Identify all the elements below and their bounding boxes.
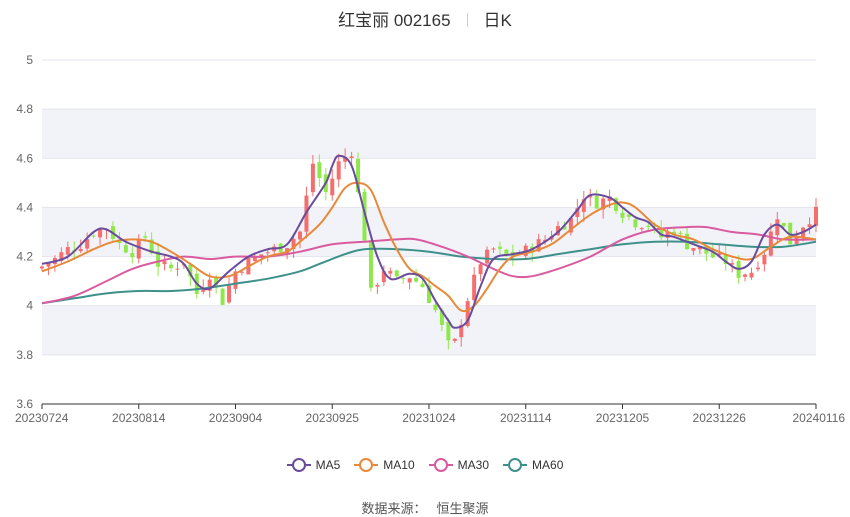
x-tick-label: 20230724 [15,411,69,425]
candle-up[interactable] [491,248,496,250]
candle-up[interactable] [98,228,103,238]
candle-up[interactable] [175,268,180,270]
candle-up[interactable] [330,178,335,196]
candle-up[interactable] [162,261,167,265]
legend-label: MA60 [532,458,564,472]
candle-up[interactable] [478,264,483,275]
candle-up[interactable] [407,278,412,283]
candle-down[interactable] [394,270,399,277]
candle-up[interactable] [452,338,457,341]
candle-down[interactable] [401,278,406,280]
y-tick-label: 3.6 [16,397,33,411]
candle-up[interactable] [485,249,490,264]
candle-down[interactable] [368,240,373,288]
x-tick-label: 20231226 [693,411,747,425]
candle-down[interactable] [123,245,128,253]
grid-band [42,109,816,159]
candle-down[interactable] [594,195,599,209]
legend-marker-icon [354,458,379,472]
y-tick-label: 3.8 [16,348,33,362]
candle-up[interactable] [768,231,773,256]
legend-item-ma30[interactable]: MA30 [428,458,490,472]
x-tick-label: 20230814 [112,411,166,425]
candle-down[interactable] [781,222,786,227]
legend-item-ma60[interactable]: MA60 [503,458,563,472]
data-source: 数据来源： 恒生聚源 [0,498,850,517]
legend-label: MA30 [457,458,490,472]
candle-down[interactable] [414,277,419,282]
legend-marker-icon [428,458,453,472]
legend-marker-icon [503,458,528,472]
candle-up[interactable] [265,252,270,254]
candle-up[interactable] [762,254,767,265]
candle-down[interactable] [130,253,135,258]
candle-up[interactable] [375,285,380,287]
y-tick-label: 4.4 [16,200,33,214]
candle-up[interactable] [743,274,748,277]
candle-down[interactable] [169,264,173,269]
candle-up[interactable] [755,267,760,270]
candle-up[interactable] [349,156,354,158]
candle-up[interactable] [65,247,70,255]
source-label: 数据来源： [361,501,427,516]
candle-down[interactable] [433,304,438,311]
x-tick-label: 20231205 [596,411,650,425]
legend-label: MA5 [315,458,341,472]
x-tick-label: 20230925 [306,411,360,425]
candle-up[interactable] [691,248,696,251]
legend-item-ma5[interactable]: MA5 [286,458,341,472]
candle-up[interactable] [227,285,232,303]
y-tick-label: 4.8 [16,102,33,116]
candle-up[interactable] [78,248,83,252]
y-tick-label: 5 [26,53,33,67]
candle-down[interactable] [220,288,225,305]
y-tick-label: 4 [26,299,33,313]
legend-label: MA10 [383,458,415,472]
candle-up[interactable] [749,272,754,278]
legend-marker-icon [286,458,311,472]
candle-up[interactable] [775,219,780,236]
candle-down[interactable] [497,246,502,249]
source-name: 恒生聚源 [436,501,489,516]
legend-item-ma10[interactable]: MA10 [354,458,415,472]
x-tick-label: 20240116 [793,411,846,425]
x-tick-label: 20231114 [500,411,552,425]
chart-legend: MA5 MA10 MA30 MA60 [0,458,850,475]
candle-down[interactable] [143,236,148,238]
candle-up[interactable] [298,231,302,240]
candle-up[interactable] [40,266,44,269]
x-tick-label: 20231024 [402,411,456,425]
grid-band [42,305,816,355]
candle-down[interactable] [420,283,425,288]
candle-up[interactable] [388,270,393,274]
candle-down[interactable] [317,162,322,178]
y-tick-label: 4.2 [16,250,33,264]
candle-down[interactable] [620,212,625,218]
candle-down[interactable] [633,219,638,228]
candle-up[interactable] [639,228,644,230]
x-tick-label: 20230904 [209,411,263,425]
candle-up[interactable] [814,206,818,226]
candle-up[interactable] [310,163,315,193]
candle-down[interactable] [678,232,683,234]
y-tick-label: 4.6 [16,151,33,165]
candle-down[interactable] [646,225,651,227]
candle-up[interactable] [336,161,341,180]
candle-down[interactable] [91,235,96,237]
candle-up[interactable] [472,274,477,301]
candlestick-chart[interactable]: 3.6 3.8 4 4.2 4.4 4.6 4.8 5 20230724 20230814 2023… [0,0,850,517]
